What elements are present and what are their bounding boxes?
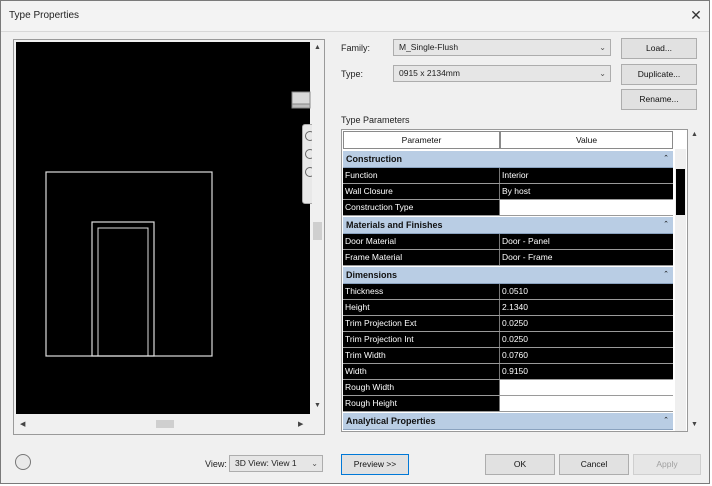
param-value[interactable]: Interior — [500, 168, 673, 183]
param-name: Door Material — [343, 234, 500, 249]
param-value[interactable]: By host — [500, 184, 673, 199]
scroll-thumb[interactable] — [676, 169, 685, 215]
type-select[interactable]: 0915 x 2134mm ⌄ — [393, 65, 611, 82]
group-label: Materials and Finishes — [346, 220, 443, 230]
table-row[interactable]: Wall Closure By host — [343, 184, 673, 200]
table-row[interactable]: Frame Material Door - Frame — [343, 250, 673, 266]
collapse-icon[interactable]: ⌃ — [663, 413, 669, 429]
group-label: Construction — [346, 154, 402, 164]
collapse-icon[interactable]: ⌃ — [663, 267, 669, 283]
param-name: Rough Height — [343, 396, 500, 411]
table-row[interactable]: Trim Projection Int 0.0250 — [343, 332, 673, 348]
cancel-button[interactable]: Cancel — [559, 454, 629, 475]
apply-button[interactable]: Apply — [633, 454, 701, 475]
param-value[interactable] — [500, 380, 673, 395]
title-bar: Type Properties ✕ — [1, 1, 709, 32]
scroll-up-icon[interactable]: ▲ — [314, 44, 321, 51]
dialog-vertical-scrollbar[interactable]: ▲ ▼ — [689, 131, 700, 433]
view-select[interactable]: 3D View: View 1 ⌄ — [229, 455, 323, 472]
param-name: Thickness — [343, 284, 500, 299]
group-analytical-properties[interactable]: Analytical Properties ⌃ — [343, 413, 673, 430]
param-name: Trim Projection Ext — [343, 316, 500, 331]
load-button[interactable]: Load... — [621, 38, 697, 59]
type-label: Type: — [341, 69, 364, 79]
scroll-thumb[interactable] — [313, 222, 322, 240]
param-value[interactable]: Door - Frame — [500, 250, 673, 265]
param-value[interactable]: 2.1340 — [500, 300, 673, 315]
type-value: 0915 x 2134mm — [399, 68, 460, 78]
group-construction[interactable]: Construction ⌃ — [343, 151, 673, 168]
collapse-icon[interactable]: ⌃ — [663, 217, 669, 233]
chevron-down-icon: ⌄ — [599, 43, 606, 52]
chevron-down-icon: ⌄ — [311, 459, 318, 468]
group-materials-and-finishes[interactable]: Materials and Finishes ⌃ — [343, 217, 673, 234]
ok-button[interactable]: OK — [485, 454, 555, 475]
table-row[interactable]: Width 0.9150 — [343, 364, 673, 380]
param-name: Trim Projection Int — [343, 332, 500, 347]
param-name: Wall Closure — [343, 184, 500, 199]
table-row[interactable]: Rough Width — [343, 380, 673, 396]
rename-button[interactable]: Rename... — [621, 89, 697, 110]
table-row[interactable]: Thickness 0.0510 — [343, 284, 673, 300]
param-value[interactable] — [500, 396, 673, 411]
scroll-left-icon[interactable]: ◀ — [20, 420, 25, 428]
param-value[interactable]: 0.0250 — [500, 316, 673, 331]
param-value[interactable]: 0.0760 — [500, 348, 673, 363]
type-parameters-grid: Parameter Value Construction ⌃ Function … — [341, 129, 688, 432]
family-value: M_Single-Flush — [399, 42, 459, 52]
dialog-title: Type Properties — [9, 10, 80, 21]
help-icon[interactable] — [15, 454, 31, 470]
group-label: Dimensions — [346, 270, 398, 280]
scroll-up-icon[interactable]: ▲ — [691, 131, 698, 138]
viewcube-icon[interactable] — [290, 88, 312, 110]
scroll-thumb[interactable] — [156, 420, 174, 428]
column-header-value[interactable]: Value — [500, 131, 673, 149]
scroll-right-icon[interactable]: ▶ — [298, 420, 303, 428]
grid-vertical-scrollbar[interactable] — [675, 149, 686, 431]
preview-vertical-scrollbar[interactable]: ▲ ▼ — [312, 42, 323, 414]
family-select[interactable]: M_Single-Flush ⌄ — [393, 39, 611, 56]
table-row[interactable]: Function Interior — [343, 168, 673, 184]
preview-panel: ▲ ▼ ◀ ▶ — [13, 39, 325, 435]
view-label: View: — [205, 459, 227, 469]
scroll-down-icon[interactable]: ▼ — [314, 402, 321, 409]
type-properties-dialog: Type Properties ✕ ▲ ▼ ◀ ▶ Family: M_Sing… — [0, 0, 710, 484]
param-name: Function — [343, 168, 500, 183]
scroll-down-icon[interactable]: ▼ — [691, 421, 698, 428]
preview-button[interactable]: Preview >> — [341, 454, 409, 475]
door-preview-drawing — [45, 171, 213, 357]
collapse-icon[interactable]: ⌃ — [663, 151, 669, 167]
param-name: Trim Width — [343, 348, 500, 363]
group-label: Analytical Properties — [346, 416, 436, 426]
group-dimensions[interactable]: Dimensions ⌃ — [343, 267, 673, 284]
param-value[interactable]: 0.0510 — [500, 284, 673, 299]
family-label: Family: — [341, 43, 370, 53]
table-row[interactable]: Door Material Door - Panel — [343, 234, 673, 250]
column-header-parameter[interactable]: Parameter — [343, 131, 500, 149]
param-name: Rough Width — [343, 380, 500, 395]
param-value[interactable]: 0.9150 — [500, 364, 673, 379]
table-row[interactable]: Rough Height — [343, 396, 673, 412]
param-name: Width — [343, 364, 500, 379]
param-value[interactable] — [500, 200, 673, 215]
close-icon[interactable]: ✕ — [689, 8, 703, 22]
type-parameters-label: Type Parameters — [341, 115, 410, 125]
view-value: 3D View: View 1 — [235, 458, 297, 468]
table-row[interactable]: Trim Projection Ext 0.0250 — [343, 316, 673, 332]
preview-canvas[interactable] — [16, 42, 310, 414]
duplicate-button[interactable]: Duplicate... — [621, 64, 697, 85]
table-row[interactable]: Trim Width 0.0760 — [343, 348, 673, 364]
param-name: Height — [343, 300, 500, 315]
param-value[interactable]: 0.0250 — [500, 332, 673, 347]
table-row[interactable]: Construction Type — [343, 200, 673, 216]
param-value[interactable]: Door - Panel — [500, 234, 673, 249]
param-name: Frame Material — [343, 250, 500, 265]
param-name: Construction Type — [343, 200, 500, 215]
preview-horizontal-scrollbar[interactable]: ◀ ▶ — [16, 416, 310, 432]
table-row[interactable]: Height 2.1340 — [343, 300, 673, 316]
chevron-down-icon: ⌄ — [599, 69, 606, 78]
